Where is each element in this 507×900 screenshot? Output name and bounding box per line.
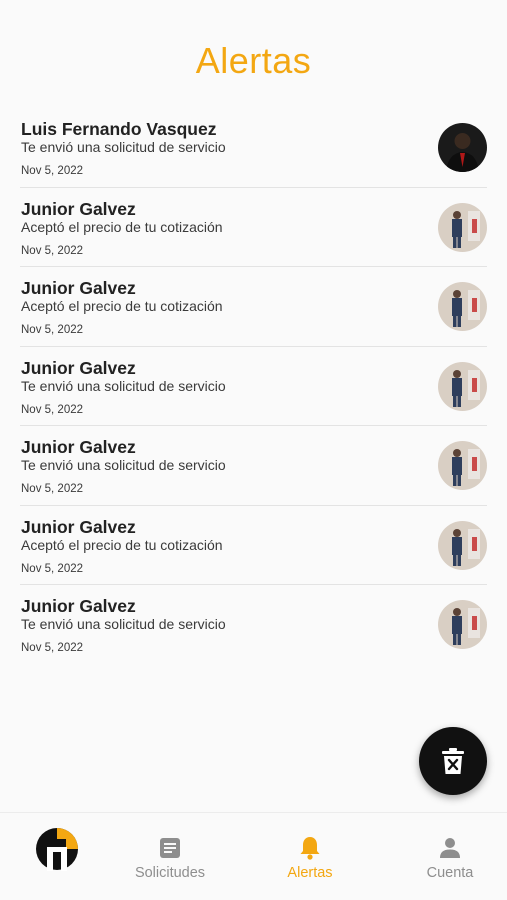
alert-message: Aceptó el precio de tu cotización <box>21 298 223 314</box>
document-icon <box>159 835 181 861</box>
avatar <box>438 520 487 570</box>
alert-message: Aceptó el precio de tu cotización <box>21 218 223 235</box>
nav-solicitudes[interactable]: Solicitudes <box>107 813 233 900</box>
avatar <box>438 282 487 331</box>
alert-date: Nov 5, 2022 <box>21 642 84 654</box>
alert-item[interactable]: Luis Fernando Vasquez Te envió una solic… <box>20 108 487 188</box>
alert-message: Te envió una solicitud de servicio <box>21 139 226 155</box>
alert-sender-name: Junior Galvez <box>21 596 136 616</box>
alert-date: Nov 5, 2022 <box>21 483 84 495</box>
alert-sender-name: Junior Galvez <box>21 516 136 537</box>
alert-item[interactable]: Junior Galvez Te envió una solicitud de … <box>20 426 487 506</box>
page-title: Alertas <box>195 40 312 81</box>
nav-cuenta[interactable]: Cuenta <box>387 813 507 900</box>
delete-all-button[interactable] <box>419 727 487 795</box>
delete-icon <box>442 748 464 774</box>
avatar <box>438 123 487 172</box>
avatar <box>438 361 487 411</box>
alert-sender-name: Junior Galvez <box>21 278 136 298</box>
nav-label: Solicitudes <box>134 865 206 881</box>
alert-date: Nov 5, 2022 <box>21 324 84 336</box>
alert-sender-name: Junior Galvez <box>21 357 136 378</box>
avatar <box>438 441 487 490</box>
alert-message: Te envió una solicitud de servicio <box>21 616 226 632</box>
alert-message: Te envió una solicitud de servicio <box>21 377 226 394</box>
alert-sender-name: Junior Galvez <box>21 437 136 457</box>
alert-message: Aceptó el precio de tu cotización <box>21 536 223 553</box>
alert-item[interactable]: Junior Galvez Te envió una solicitud de … <box>20 585 487 665</box>
person-icon <box>439 835 461 861</box>
alerts-list: Luis Fernando Vasquez Te envió una solic… <box>20 108 487 665</box>
bell-icon <box>299 835 321 861</box>
alert-item[interactable]: Junior Galvez Aceptó el precio de tu cot… <box>20 506 487 585</box>
alert-message: Te envió una solicitud de servicio <box>21 457 226 473</box>
nav-alertas[interactable]: Alertas <box>247 813 373 900</box>
alert-date: Nov 5, 2022 <box>21 562 84 575</box>
alert-sender-name: Junior Galvez <box>21 198 136 219</box>
alert-date: Nov 5, 2022 <box>21 244 84 257</box>
alert-item[interactable]: Junior Galvez Aceptó el precio de tu cot… <box>20 267 487 347</box>
logo-icon <box>35 827 79 871</box>
alert-date: Nov 5, 2022 <box>21 403 84 416</box>
alert-item[interactable]: Junior Galvez Aceptó el precio de tu cot… <box>20 188 487 267</box>
nav-label: Cuenta <box>426 865 474 881</box>
alert-item[interactable]: Junior Galvez Te envió una solicitud de … <box>20 347 487 426</box>
avatar <box>438 202 487 252</box>
status-bar <box>0 0 507 28</box>
avatar <box>438 600 487 649</box>
nav-label: Alertas <box>287 865 333 881</box>
bottom-nav: Solicitudes Alertas Cuenta <box>0 812 507 900</box>
alert-sender-name: Luis Fernando Vasquez <box>21 119 217 139</box>
alert-date: Nov 5, 2022 <box>21 165 84 177</box>
